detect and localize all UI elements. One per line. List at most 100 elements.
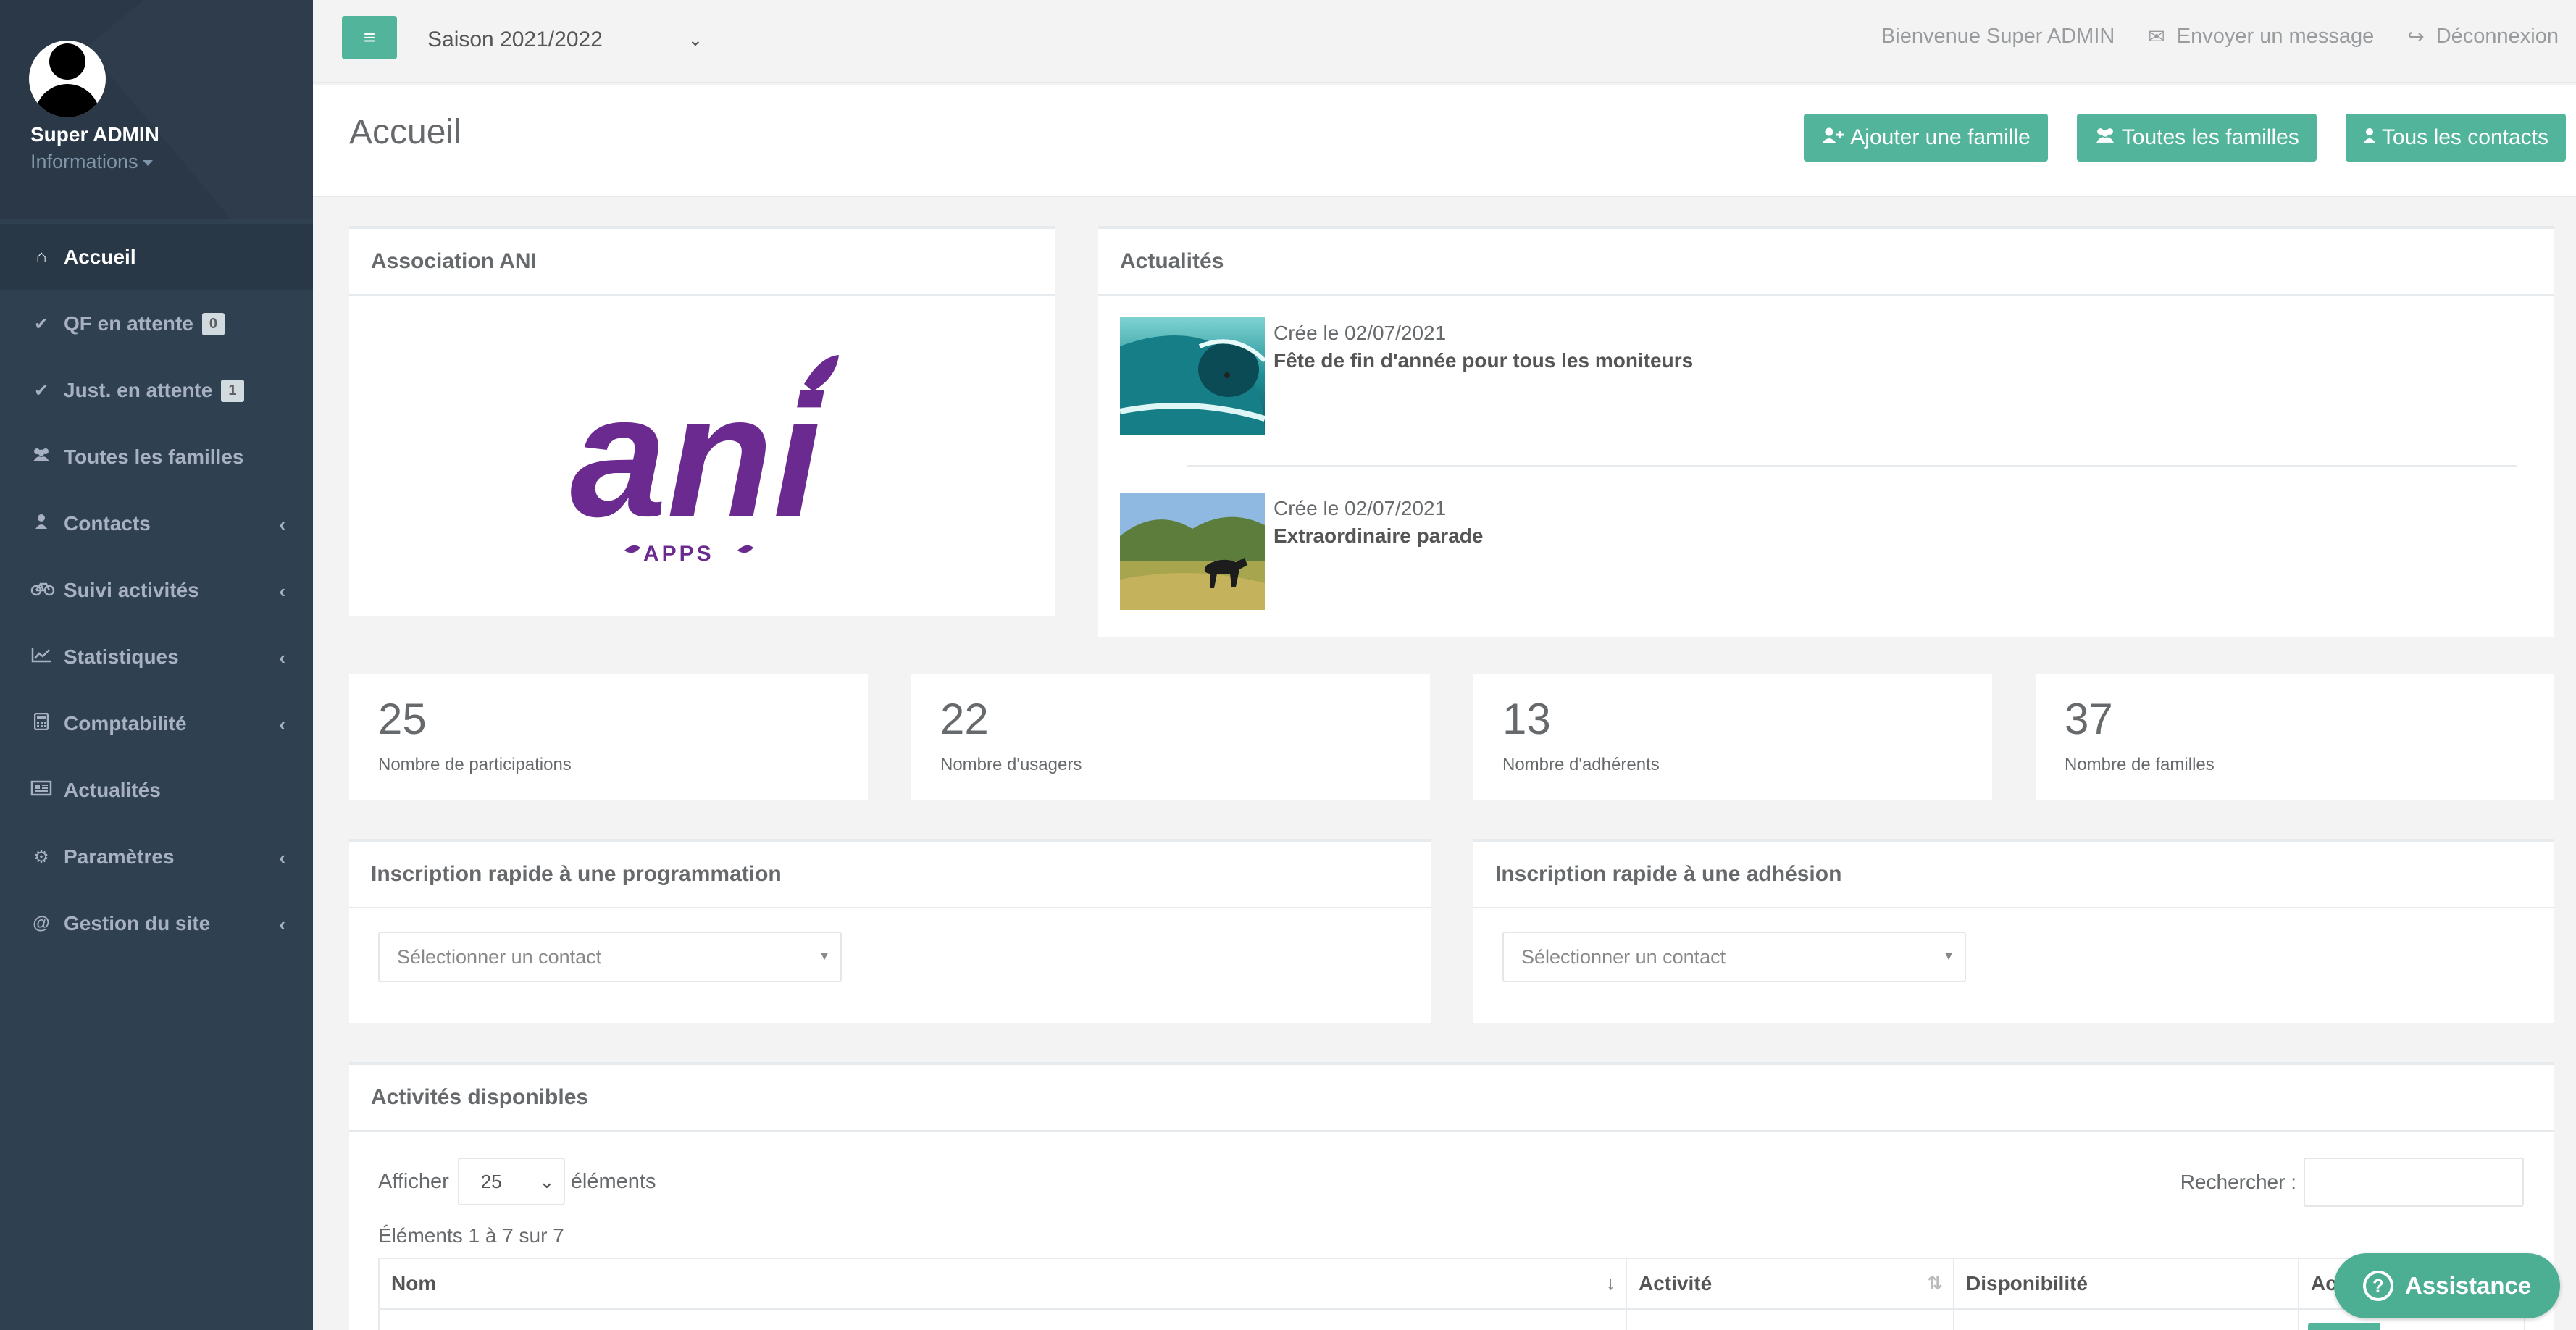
stat-value: 13 <box>1502 695 1551 743</box>
sidebar-item-suivi-activites[interactable]: Suivi activités ‹ <box>0 557 313 624</box>
all-families-button[interactable]: Toutes les familles <box>2076 114 2317 162</box>
activities-panel: Activités disponibles Afficher 25 ⌄ élém… <box>349 1062 2554 1330</box>
stat-card-adherents: 13 Nombre d'adhérents <box>1473 674 1992 800</box>
calculator-icon <box>30 712 52 735</box>
line-chart-icon <box>30 647 52 668</box>
profile-block: Super ADMIN Informations <box>0 0 313 219</box>
season-select[interactable]: Saison 2021/2022 ⌄ <box>427 22 703 58</box>
panel-title: Association ANI <box>349 229 1055 296</box>
table-info: Éléments 1 à 7 sur 7 <box>378 1224 564 1247</box>
news-item[interactable]: Crée le 02/07/2021 Extraordinaire parade <box>1120 493 1483 610</box>
sidebar-item-actualites[interactable]: Actualités <box>0 757 313 824</box>
quick-adhesion-panel: Inscription rapide à une adhésion Sélect… <box>1473 839 2554 1023</box>
home-icon: ⌂ <box>35 247 47 267</box>
send-message-link[interactable]: ✉ Envoyer un message <box>2148 25 2374 49</box>
toggle-sidebar-button[interactable]: ≡ <box>342 16 397 59</box>
quick-programmation-panel: Inscription rapide à une programmation S… <box>349 839 1431 1023</box>
sidebar-item-qf-en-attente[interactable]: ✔ QF en attente 0 <box>0 290 313 357</box>
sidebar-item-comptabilite[interactable]: Comptabilité ‹ <box>0 690 313 757</box>
chevron-down-icon: ⌄ <box>539 1170 555 1192</box>
panel-title: Actualités <box>1098 229 2554 296</box>
activities-table: Nom ↓ Activité ⇅ Disponibilité Ac <box>378 1258 2525 1330</box>
contact-select[interactable]: Sélectionner un contact ▼ <box>1502 932 1966 982</box>
stat-card-usagers: 22 Nombre d'usagers <box>911 674 1430 800</box>
sidebar-item-just-en-attente[interactable]: ✔ Just. en attente 1 <box>0 357 313 424</box>
sidebar-item-gestion-du-site[interactable]: @ Gestion du site ‹ <box>0 890 313 957</box>
users-icon <box>2094 125 2116 150</box>
news-item[interactable]: Crée le 02/07/2021 Fête de fin d'année p… <box>1120 317 1693 435</box>
column-header-disponibilite[interactable]: Disponibilité <box>1954 1259 2299 1308</box>
news-title[interactable]: Fête de fin d'année pour tous les monite… <box>1274 349 1693 372</box>
chevron-left-icon: ‹ <box>279 514 285 535</box>
sidebar-item-label: Contacts <box>64 512 151 535</box>
user-plus-icon <box>1821 125 1844 150</box>
stat-value: 25 <box>378 695 427 743</box>
panel-title: Activités disponibles <box>349 1065 2554 1132</box>
cogs-icon: ⚙ <box>33 847 49 867</box>
association-panel: Association ANI ani APPS <box>349 226 1055 616</box>
wave-surf-image <box>1120 317 1265 435</box>
user-icon <box>2363 125 2376 150</box>
chevron-left-icon: ‹ <box>279 714 285 735</box>
chevron-left-icon: ‹ <box>279 913 285 935</box>
stat-label: Nombre d'adhérents <box>1502 755 1660 774</box>
add-family-button[interactable]: Ajouter une famille <box>1804 114 2048 162</box>
profile-info-dropdown[interactable]: Informations <box>30 151 153 173</box>
chevron-left-icon: ‹ <box>279 647 285 669</box>
sidebar: Super ADMIN Informations ⌂ Accueil ✔ QF … <box>0 0 313 1330</box>
panel-title: Inscription rapide à une programmation <box>349 842 1431 908</box>
row-action-button[interactable] <box>2308 1323 2380 1330</box>
page-title: Accueil <box>349 113 461 151</box>
count-badge: 0 <box>201 312 225 335</box>
news-title[interactable]: Extraordinaire parade <box>1274 524 1483 548</box>
caret-down-icon: ▼ <box>819 950 830 963</box>
hamburger-icon: ≡ <box>363 26 376 49</box>
search-input[interactable] <box>2304 1158 2524 1207</box>
sidebar-item-label: Gestion du site <box>64 912 211 934</box>
avatar[interactable] <box>29 41 106 117</box>
stat-value: 22 <box>940 695 989 743</box>
table-search: Rechercher : <box>2180 1158 2524 1207</box>
sidebar-nav: ⌂ Accueil ✔ QF en attente 0 ✔ Just. en a… <box>0 224 313 957</box>
sidebar-item-label: Actualités <box>64 779 161 801</box>
table-header: Nom ↓ Activité ⇅ Disponibilité Ac <box>380 1259 2524 1310</box>
sidebar-item-statistiques[interactable]: Statistiques ‹ <box>0 624 313 690</box>
stat-value: 37 <box>2065 695 2113 743</box>
horse-field-image <box>1120 493 1265 610</box>
table-row <box>380 1310 2524 1330</box>
question-icon: ? <box>2363 1271 2393 1301</box>
logout-link[interactable]: ↪ Déconnexion <box>2407 25 2559 49</box>
bicycle-icon <box>30 580 55 601</box>
sidebar-item-contacts[interactable]: Contacts ‹ <box>0 490 313 557</box>
contact-select[interactable]: Sélectionner un contact ▼ <box>378 932 842 982</box>
sidebar-item-accueil[interactable]: ⌂ Accueil <box>0 224 313 290</box>
panel-title: Inscription rapide à une adhésion <box>1473 842 2554 908</box>
column-header-activite[interactable]: Activité ⇅ <box>1627 1259 1954 1308</box>
sidebar-item-label: Paramètres <box>64 845 175 868</box>
sort-icon: ⇅ <box>1927 1272 1943 1294</box>
at-icon: @ <box>33 913 50 933</box>
sidebar-item-parametres[interactable]: ⚙ Paramètres ‹ <box>0 824 313 890</box>
news-date: Crée le 02/07/2021 <box>1274 497 1447 519</box>
all-contacts-button[interactable]: Tous les contacts <box>2345 114 2566 162</box>
sidebar-item-label: Suivi activités <box>64 579 199 601</box>
sign-out-icon: ↪ <box>2407 25 2425 48</box>
user-icon <box>30 514 52 535</box>
welcome-text: Bienvenue Super ADMIN <box>1881 25 2115 48</box>
stat-card-participations: 25 Nombre de participations <box>349 674 868 800</box>
top-right-links: Bienvenue Super ADMIN ✉ Envoyer un messa… <box>1881 25 2559 49</box>
assistance-button[interactable]: ? Assistance <box>2334 1253 2560 1318</box>
sidebar-item-label: Comptabilité <box>64 712 187 735</box>
heading-actions: Ajouter une famille Toutes les familles … <box>1775 114 2566 162</box>
sidebar-item-toutes-les-familles[interactable]: Toutes les familles <box>0 424 313 490</box>
sidebar-item-label: Toutes les familles <box>64 446 244 468</box>
column-header-nom[interactable]: Nom ↓ <box>380 1259 1627 1308</box>
page-length-control: Afficher 25 ⌄ éléments <box>378 1158 656 1205</box>
stat-label: Nombre d'usagers <box>940 755 1082 774</box>
envelope-icon: ✉ <box>2148 25 2165 48</box>
caret-down-icon <box>142 159 153 166</box>
sidebar-item-label: Accueil <box>64 246 136 268</box>
top-navbar: ≡ Saison 2021/2022 ⌄ Bienvenue Super ADM… <box>313 0 2576 83</box>
logo-wordmark: ani <box>570 359 824 553</box>
page-length-select[interactable]: 25 ⌄ <box>457 1158 565 1205</box>
